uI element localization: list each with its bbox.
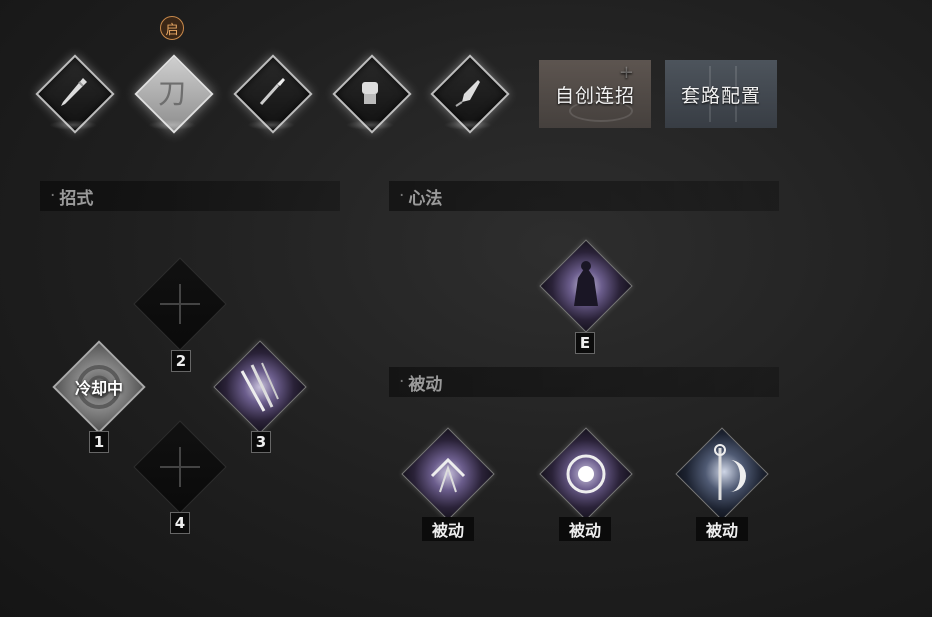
sword-icon: [61, 78, 87, 106]
passive-slot-3-label: 被动: [696, 517, 748, 541]
route-config-button[interactable]: 套路配置: [665, 60, 777, 128]
weapon-tab-sword[interactable]: [33, 52, 115, 134]
section-moves-header: · 招式: [40, 181, 340, 211]
route-config-label: 套路配置: [680, 84, 761, 107]
move-slot-4-number: 4: [170, 512, 190, 534]
weapon-tab-spear[interactable]: [231, 52, 313, 134]
create-combo-label: 自创连招: [554, 84, 635, 107]
move-slot-4[interactable]: [122, 409, 238, 525]
create-combo-button[interactable]: + 自创连招: [539, 60, 651, 128]
weapon-tab-dart[interactable]: [428, 52, 510, 134]
mind-key-label: E: [575, 332, 595, 354]
passive-slot-2-label: 被动: [559, 517, 611, 541]
enabled-badge: 启: [160, 16, 184, 40]
section-mind-header: · 心法: [389, 181, 779, 211]
vortex-icon: [566, 454, 606, 494]
spear-icon: [259, 78, 285, 106]
cloaked-figure-icon: [574, 261, 598, 306]
section-mind-title: 心法: [408, 188, 443, 209]
move-slot-2-number: 2: [171, 350, 191, 372]
passive-slot-1-label: 被动: [422, 517, 474, 541]
burst-icon: [430, 457, 466, 493]
weapon-tab-blade[interactable]: 刀: [132, 52, 214, 134]
move-slot-3-number: 3: [251, 431, 271, 453]
weapon-tab-fist[interactable]: [330, 52, 412, 134]
dart-icon: [455, 80, 480, 107]
fist-icon: [362, 82, 378, 104]
passive-slot-2[interactable]: [528, 416, 644, 532]
crescent-blade-icon: [714, 444, 746, 500]
section-passive-header: · 被动: [389, 367, 779, 397]
passive-slot-3[interactable]: [664, 416, 780, 532]
mind-skill-slot[interactable]: [528, 228, 644, 344]
section-moves-title: 招式: [59, 188, 94, 209]
section-passive-title: 被动: [408, 374, 443, 395]
passive-slot-1[interactable]: [390, 416, 506, 532]
move-slot-1-number: 1: [89, 431, 109, 453]
